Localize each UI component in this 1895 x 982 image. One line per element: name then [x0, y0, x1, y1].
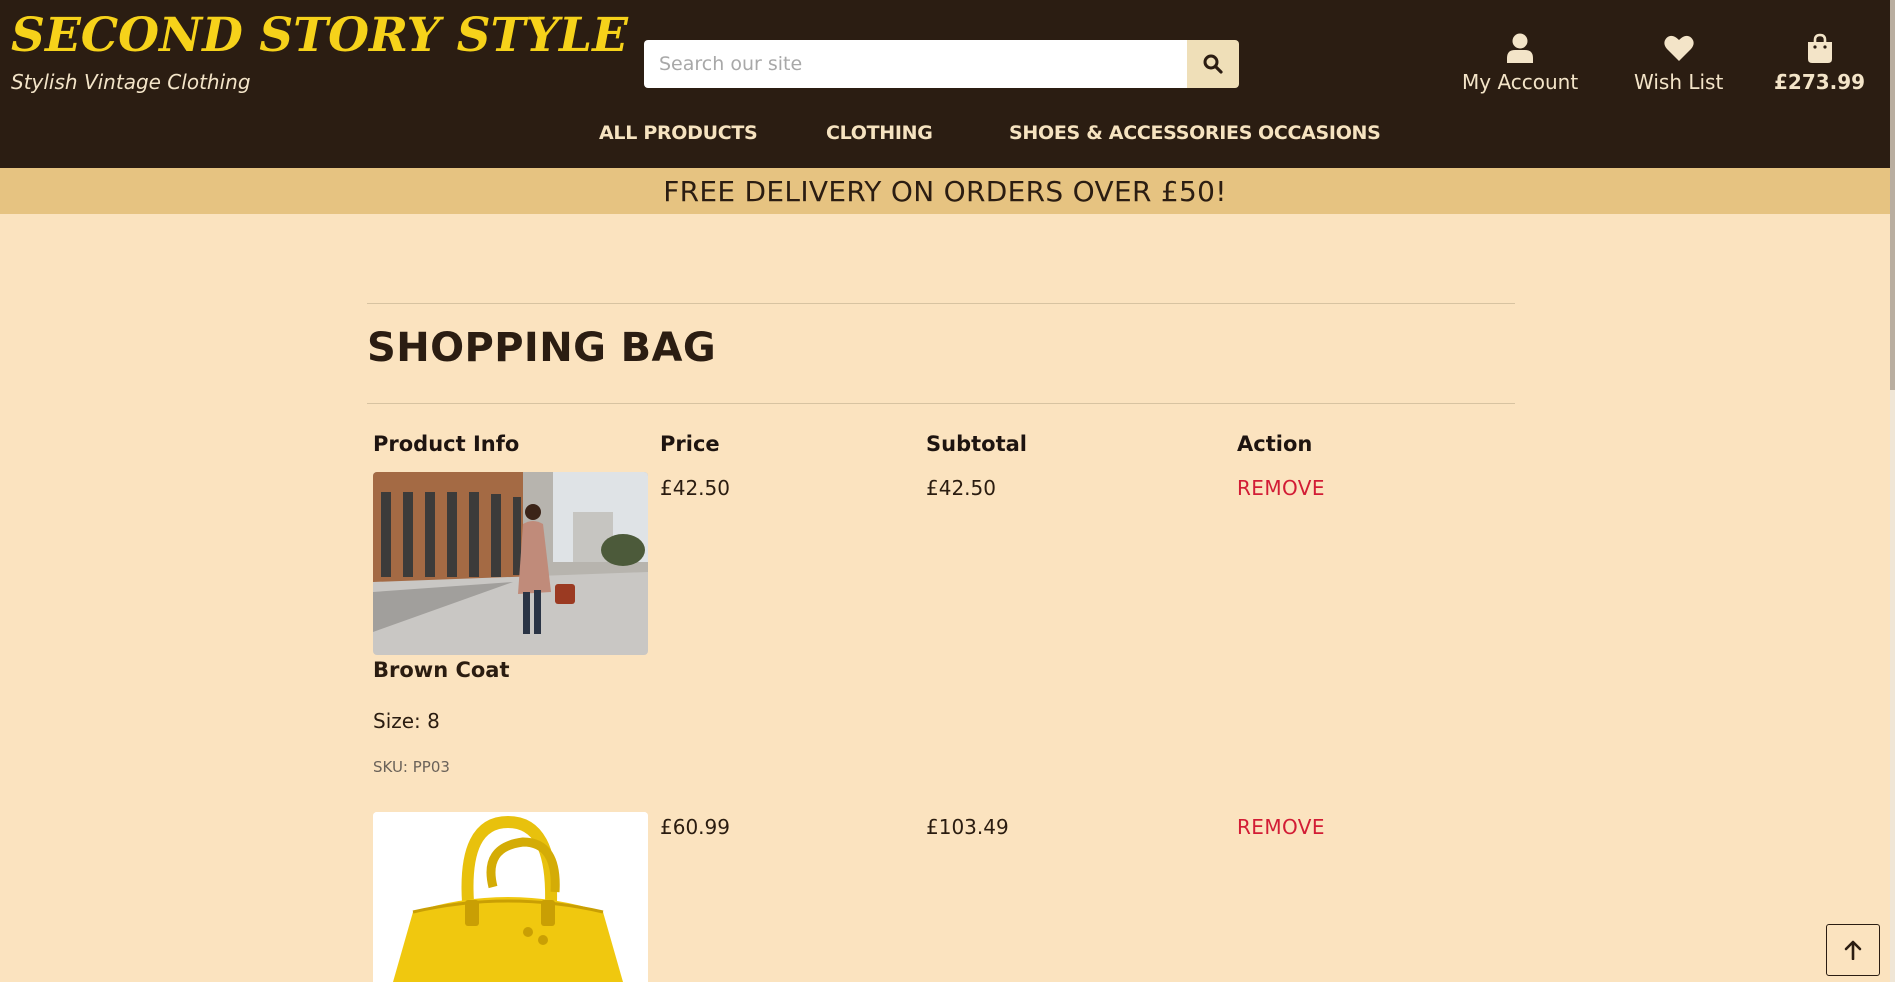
user-icon — [1507, 33, 1534, 63]
my-account-label: My Account — [1462, 70, 1579, 94]
product-image-brown-coat[interactable] — [373, 472, 648, 655]
divider — [367, 303, 1515, 304]
column-header-price: Price — [660, 432, 720, 456]
bag-total: £273.99 — [1774, 70, 1866, 94]
wish-list-link[interactable]: Wish List — [1634, 30, 1723, 100]
remove-button[interactable]: REMOVE — [1237, 815, 1325, 839]
back-to-top-button[interactable] — [1826, 924, 1880, 976]
search-icon — [1203, 54, 1223, 74]
product-sku: SKU: PP03 — [373, 758, 450, 776]
search-button[interactable] — [1187, 40, 1239, 88]
nav-all-products[interactable]: ALL PRODUCTS — [599, 122, 758, 144]
shopping-bag-icon — [1807, 33, 1832, 63]
my-account-link[interactable]: My Account — [1462, 30, 1578, 100]
remove-button[interactable]: REMOVE — [1237, 476, 1325, 500]
scrollbar-thumb[interactable] — [1890, 0, 1895, 390]
column-header-action: Action — [1237, 432, 1313, 456]
column-header-product-info: Product Info — [373, 432, 520, 456]
shopping-bag-link[interactable]: £273.99 — [1774, 30, 1865, 100]
page-scrollbar[interactable] — [1890, 0, 1895, 982]
arrow-up-icon — [1844, 940, 1862, 960]
site-logo[interactable]: SECOND STORY STYLE — [11, 8, 628, 64]
wish-list-label: Wish List — [1634, 70, 1724, 94]
search-form — [644, 40, 1239, 88]
item-subtotal: £42.50 — [926, 476, 996, 500]
product-name: Brown Coat — [373, 658, 510, 682]
main-nav: ALL PRODUCTS CLOTHING SHOES & ACCESSORIE… — [0, 118, 1890, 148]
nav-clothing[interactable]: CLOTHING — [826, 122, 933, 144]
item-price: £60.99 — [660, 815, 730, 839]
item-price: £42.50 — [660, 476, 730, 500]
site-header: SECOND STORY STYLE Stylish Vintage Cloth… — [0, 0, 1890, 168]
product-image-yellow-bag[interactable] — [373, 812, 648, 982]
brand[interactable]: SECOND STORY STYLE Stylish Vintage Cloth… — [11, 8, 628, 94]
column-header-subtotal: Subtotal — [926, 432, 1027, 456]
search-input[interactable] — [644, 40, 1187, 88]
page-title: SHOPPING BAG — [367, 325, 717, 371]
nav-occasions[interactable]: OCCASIONS — [1258, 122, 1381, 144]
divider — [367, 403, 1515, 404]
heart-icon — [1664, 35, 1694, 61]
item-subtotal: £103.49 — [926, 815, 1009, 839]
site-tagline: Stylish Vintage Clothing — [11, 70, 251, 94]
delivery-banner: FREE DELIVERY ON ORDERS OVER £50! — [0, 168, 1890, 214]
nav-shoes-accessories[interactable]: SHOES & ACCESSORIES — [1009, 122, 1252, 144]
product-size: Size: 8 — [373, 709, 440, 733]
